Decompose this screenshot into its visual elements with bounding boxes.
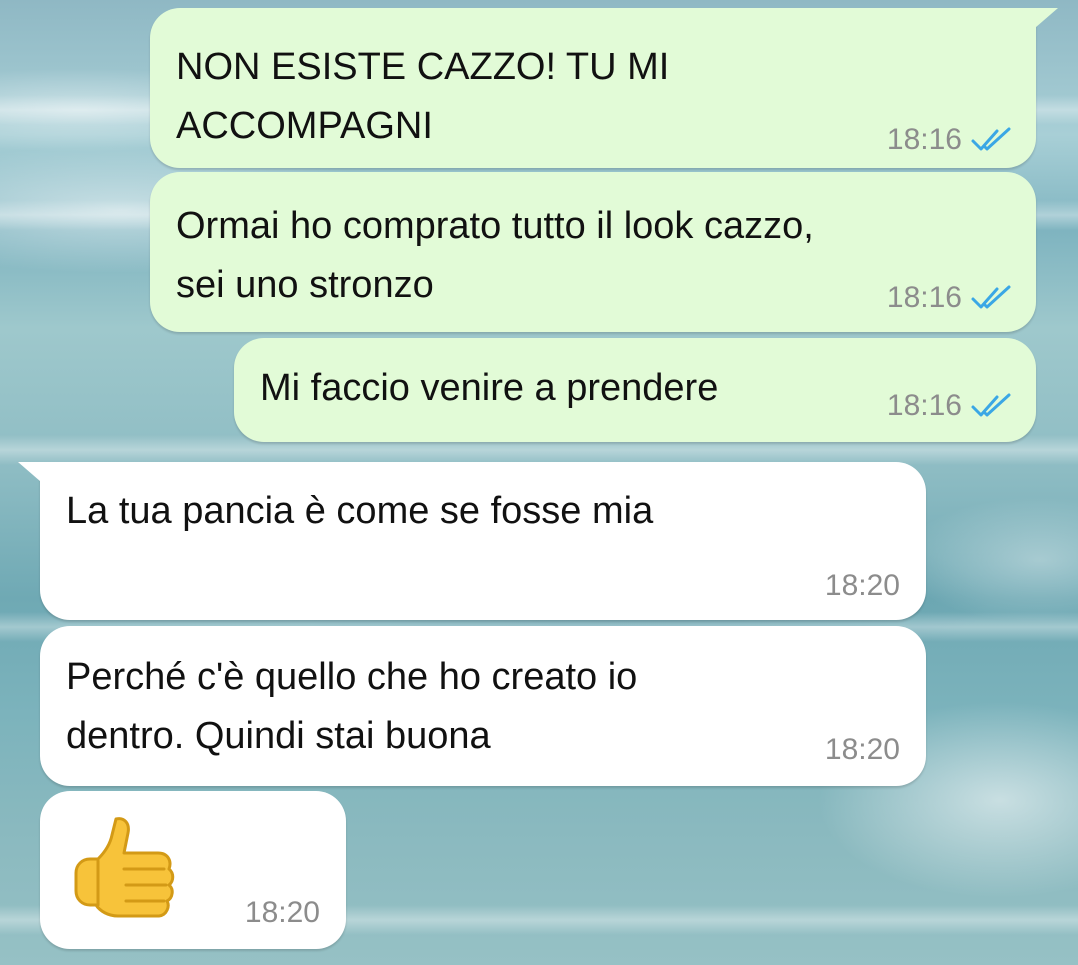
double-check-read-icon	[971, 393, 1011, 417]
message-text: La tua pancia è come se fosse mia	[66, 490, 654, 532]
bubble-tail	[18, 462, 48, 488]
outgoing-message-bubble[interactable]: Mi faccio venire a prendere 18:16	[234, 338, 1036, 442]
thumbs-up-icon	[74, 817, 175, 918]
message-time: 18:20	[824, 733, 900, 766]
message-time: 18:16	[886, 123, 962, 156]
message-time: 18:20	[244, 896, 320, 929]
message-meta: 18:16	[887, 388, 1014, 424]
message-text: Mi faccio venire a prendere	[260, 367, 719, 409]
double-check-read-icon	[971, 285, 1011, 309]
message-meta: 18:20	[245, 895, 320, 931]
message-time: 18:20	[824, 569, 900, 602]
bubble-tail	[1028, 8, 1058, 34]
incoming-message-bubble[interactable]: 18:20	[40, 791, 346, 949]
outgoing-message-bubble[interactable]: NON ESISTE CAZZO! TU MI ACCOMPAGNI 18:16	[150, 8, 1058, 168]
message-meta: 18:20	[825, 732, 900, 768]
incoming-message-bubble[interactable]: Perché c'è quello che ho creato io dentr…	[40, 626, 926, 786]
message-text: Ormai ho comprato tutto il look cazzo, s…	[176, 205, 814, 306]
message-meta: 18:16	[887, 122, 1014, 158]
incoming-message-bubble[interactable]: La tua pancia è come se fosse mia 18:20	[18, 462, 926, 620]
double-check-read-icon	[971, 127, 1011, 151]
message-text: NON ESISTE CAZZO! TU MI ACCOMPAGNI	[176, 46, 670, 147]
message-text: Perché c'è quello che ho creato io dentr…	[66, 656, 638, 757]
message-time: 18:16	[886, 281, 962, 314]
outgoing-message-bubble[interactable]: Ormai ho comprato tutto il look cazzo, s…	[150, 172, 1036, 332]
message-meta: 18:16	[887, 280, 1014, 316]
message-meta: 18:20	[825, 568, 900, 604]
message-time: 18:16	[886, 389, 962, 422]
